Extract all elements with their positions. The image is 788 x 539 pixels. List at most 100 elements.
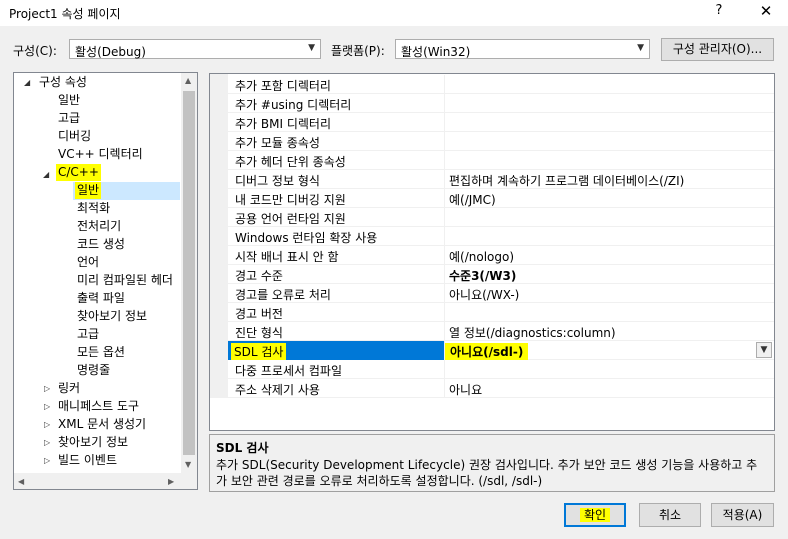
property-row[interactable]: 추가 헤더 단위 종속성 [228, 151, 774, 170]
column-separator [444, 94, 445, 113]
chevron-down-icon: ▼ [308, 43, 315, 53]
chevron-down-icon: ▼ [637, 43, 644, 53]
expand-arrow-icon[interactable]: ▷ [44, 420, 50, 429]
collapse-arrow-icon[interactable]: ◢ [43, 170, 49, 179]
scroll-down-icon[interactable]: ▼ [185, 460, 191, 469]
tree-item-preprocessor[interactable]: 전처리기 [77, 218, 121, 235]
description-text: 추가 SDL(Security Development Lifecycle) 권… [216, 458, 758, 488]
tree-item-cpp-advanced[interactable]: 고급 [77, 326, 99, 343]
column-separator [444, 246, 445, 265]
help-button[interactable]: ? [709, 3, 729, 21]
property-row[interactable]: 시작 배너 표시 안 함 예(/nologo) [228, 246, 774, 265]
column-separator [444, 379, 445, 398]
column-separator [444, 151, 445, 170]
chevron-down-icon[interactable]: ▼ [756, 342, 772, 358]
property-value[interactable]: 예(/JMC) [449, 191, 496, 208]
column-separator [444, 189, 445, 208]
column-separator [444, 265, 445, 284]
property-name: 추가 BMI 디렉터리 [235, 117, 331, 131]
property-row[interactable]: Windows 런타임 확장 사용 [228, 227, 774, 246]
property-row[interactable]: 경고 버전 [228, 303, 774, 322]
tree-scroll-thumb[interactable] [183, 91, 195, 455]
property-name: 추가 모듈 종속성 [235, 136, 320, 150]
description-title: SDL 검사 [216, 441, 269, 455]
tree-item-cpp[interactable]: C/C++ [56, 164, 101, 181]
tree-item-optimization[interactable]: 최적화 [77, 200, 110, 217]
property-row[interactable]: 다중 프로세서 컴파일 [228, 360, 774, 379]
cancel-button[interactable]: 취소 [639, 503, 701, 527]
tree-item-browse[interactable]: 찾아보기 정보 [77, 308, 147, 325]
tree-item-advanced[interactable]: 고급 [58, 110, 80, 127]
description-panel: SDL 검사 추가 SDL(Security Development Lifec… [209, 434, 775, 492]
property-value[interactable]: 수준3(/W3) [449, 267, 516, 284]
collapse-arrow-icon[interactable]: ◢ [24, 78, 30, 87]
grid-gutter [210, 74, 228, 398]
property-value[interactable]: 아니요 [449, 381, 482, 398]
property-value[interactable]: 예(/nologo) [449, 248, 514, 265]
property-name: SDL 검사 [231, 343, 287, 360]
tree-item-cpp-general[interactable]: 일반 [75, 182, 102, 199]
property-row[interactable]: 경고를 오류로 처리 아니요(/WX-) [228, 284, 774, 303]
property-name: 시작 배너 표시 안 함 [235, 250, 339, 264]
property-row[interactable]: 추가 모듈 종속성 [228, 132, 774, 151]
property-row[interactable]: 공용 언어 런타임 지원 [228, 208, 774, 227]
apply-button[interactable]: 적용(A) [711, 503, 774, 527]
expand-arrow-icon[interactable]: ▷ [44, 456, 50, 465]
property-row[interactable]: 경고 수준 수준3(/W3) [228, 265, 774, 284]
scroll-left-icon[interactable]: ◀ [18, 477, 24, 486]
property-name: 디버그 정보 형식 [235, 174, 320, 188]
property-row[interactable]: 추가 #using 디렉터리 [228, 94, 774, 113]
column-separator [444, 113, 445, 132]
property-value[interactable]: 열 정보(/diagnostics:column) [449, 324, 616, 341]
property-row[interactable]: 주소 삭제기 사용 아니요 [228, 379, 774, 398]
config-select[interactable]: 활성(Debug) ▼ [69, 39, 321, 59]
property-value[interactable]: 아니요(/WX-) [449, 286, 519, 303]
tree-horizontal-scrollbar[interactable] [14, 473, 181, 489]
expand-arrow-icon[interactable]: ▷ [44, 402, 50, 411]
tree-item-general[interactable]: 일반 [58, 92, 80, 109]
tree-item-language[interactable]: 언어 [77, 254, 99, 271]
property-row[interactable]: 내 코드만 디버깅 지원 예(/JMC) [228, 189, 774, 208]
tree-item-xmldoc[interactable]: XML 문서 생성기 [58, 416, 146, 433]
tree-item-codegen[interactable]: 코드 생성 [77, 236, 125, 253]
expand-arrow-icon[interactable]: ▷ [44, 438, 50, 447]
property-row[interactable]: 진단 형식 열 정보(/diagnostics:column) [228, 322, 774, 341]
property-name: 다중 프로세서 컴파일 [235, 364, 342, 378]
property-row[interactable]: 디버그 정보 형식 편집하며 계속하기 프로그램 데이터베이스(/ZI) [228, 170, 774, 189]
title-bar: Project1 속성 페이지 ? ✕ [0, 0, 788, 26]
property-value[interactable]: 아니요(/sdl-) [445, 343, 529, 360]
tree-item-output[interactable]: 출력 파일 [77, 290, 125, 307]
tree-item-browse-info[interactable]: 찾아보기 정보 [58, 434, 128, 451]
tree-item-manifest[interactable]: 매니페스트 도구 [58, 398, 139, 415]
tree-item-all-options[interactable]: 모든 옵션 [77, 344, 125, 361]
column-separator [444, 360, 445, 379]
column-separator [444, 170, 445, 189]
property-row[interactable]: 추가 포함 디렉터리 [228, 75, 774, 94]
ok-button[interactable]: 확인 [564, 503, 626, 527]
tree-item-pch[interactable]: 미리 컴파일된 헤더 [77, 272, 173, 289]
tree-item-vc-dirs[interactable]: VC++ 디렉터리 [58, 146, 143, 163]
property-value[interactable]: 편집하며 계속하기 프로그램 데이터베이스(/ZI) [449, 172, 684, 189]
tree-item-linker[interactable]: 링커 [58, 380, 80, 397]
property-row[interactable]: SDL 검사 아니요(/sdl-) ▼ [228, 341, 774, 360]
close-icon[interactable]: ✕ [755, 2, 777, 22]
tree-item-config-props[interactable]: 구성 속성 [39, 74, 87, 91]
property-name: 주소 삭제기 사용 [235, 383, 320, 397]
column-separator [444, 208, 445, 227]
tree-item-cmdline[interactable]: 명령줄 [77, 362, 110, 379]
tree-item-debugging[interactable]: 디버깅 [58, 128, 91, 145]
config-manager-button[interactable]: 구성 관리자(O)... [661, 38, 774, 61]
expand-arrow-icon[interactable]: ▷ [44, 384, 50, 393]
property-row[interactable]: 추가 BMI 디렉터리 [228, 113, 774, 132]
ok-label: 확인 [579, 508, 611, 522]
scroll-up-icon[interactable]: ▲ [185, 76, 191, 85]
property-name: 경고 수준 [235, 269, 283, 283]
property-name: 공용 언어 런타임 지원 [235, 212, 346, 226]
column-separator [444, 75, 445, 94]
platform-label: 플랫폼(P): [331, 44, 385, 58]
platform-select[interactable]: 활성(Win32) ▼ [395, 39, 650, 59]
tree-item-build-events[interactable]: 빌드 이벤트 [58, 452, 117, 469]
property-name: 추가 #using 디렉터리 [235, 98, 352, 112]
scroll-corner [181, 473, 197, 489]
scroll-right-icon[interactable]: ▶ [168, 477, 174, 486]
